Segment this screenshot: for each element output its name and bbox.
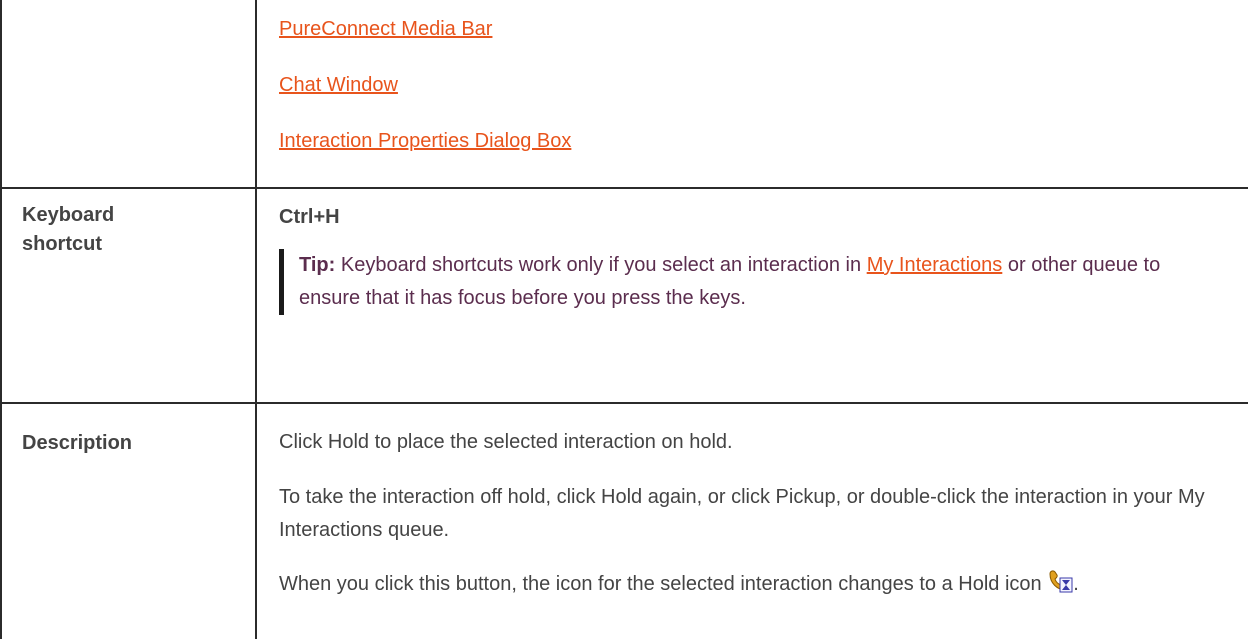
related-links-cell: PureConnect Media Bar Chat Window Intera… — [279, 0, 1229, 187]
table-row-divider — [0, 402, 1248, 404]
hold-phone-hourglass-icon — [1047, 569, 1073, 593]
table-border-left — [0, 0, 2, 639]
description-label: Description — [22, 432, 133, 454]
shortcut-keys: Ctrl+H — [279, 206, 340, 228]
content-table: PureConnect Media Bar Chat Window Intera… — [0, 0, 1248, 639]
description-paragraph-3-text: When you click this button, the icon for… — [279, 573, 1042, 595]
table-border-middle — [255, 0, 257, 639]
description-paragraph-3-end: . — [1073, 573, 1079, 595]
description-paragraph-3: When you click this button, the icon for… — [279, 568, 1219, 601]
link-interaction-properties-dialog-box[interactable]: Interaction Properties Dialog Box — [279, 130, 571, 152]
description-paragraph-1: Click Hold to place the selected interac… — [279, 431, 733, 453]
table-row-divider — [0, 187, 1248, 189]
link-chat-window[interactable]: Chat Window — [279, 74, 398, 96]
tip-note: Tip: Keyboard shortcuts work only if you… — [279, 249, 1179, 315]
tip-text-before: Keyboard shortcuts work only if you sele… — [335, 254, 867, 276]
description-paragraph-2: To take the interaction off hold, click … — [279, 486, 1205, 541]
tip-label: Tip: — [299, 254, 336, 276]
keyboard-shortcut-label-line2: shortcut — [22, 233, 102, 255]
link-my-interactions[interactable]: My Interactions — [867, 254, 1003, 276]
keyboard-shortcut-label-line1: Keyboard — [22, 204, 115, 226]
keyboard-shortcut-cell: Ctrl+H Tip: Keyboard shortcuts work only… — [279, 201, 1229, 401]
link-pureconnect-media-bar[interactable]: PureConnect Media Bar — [279, 18, 492, 40]
keyboard-shortcut-label: Keyboard shortcut — [22, 201, 242, 259]
